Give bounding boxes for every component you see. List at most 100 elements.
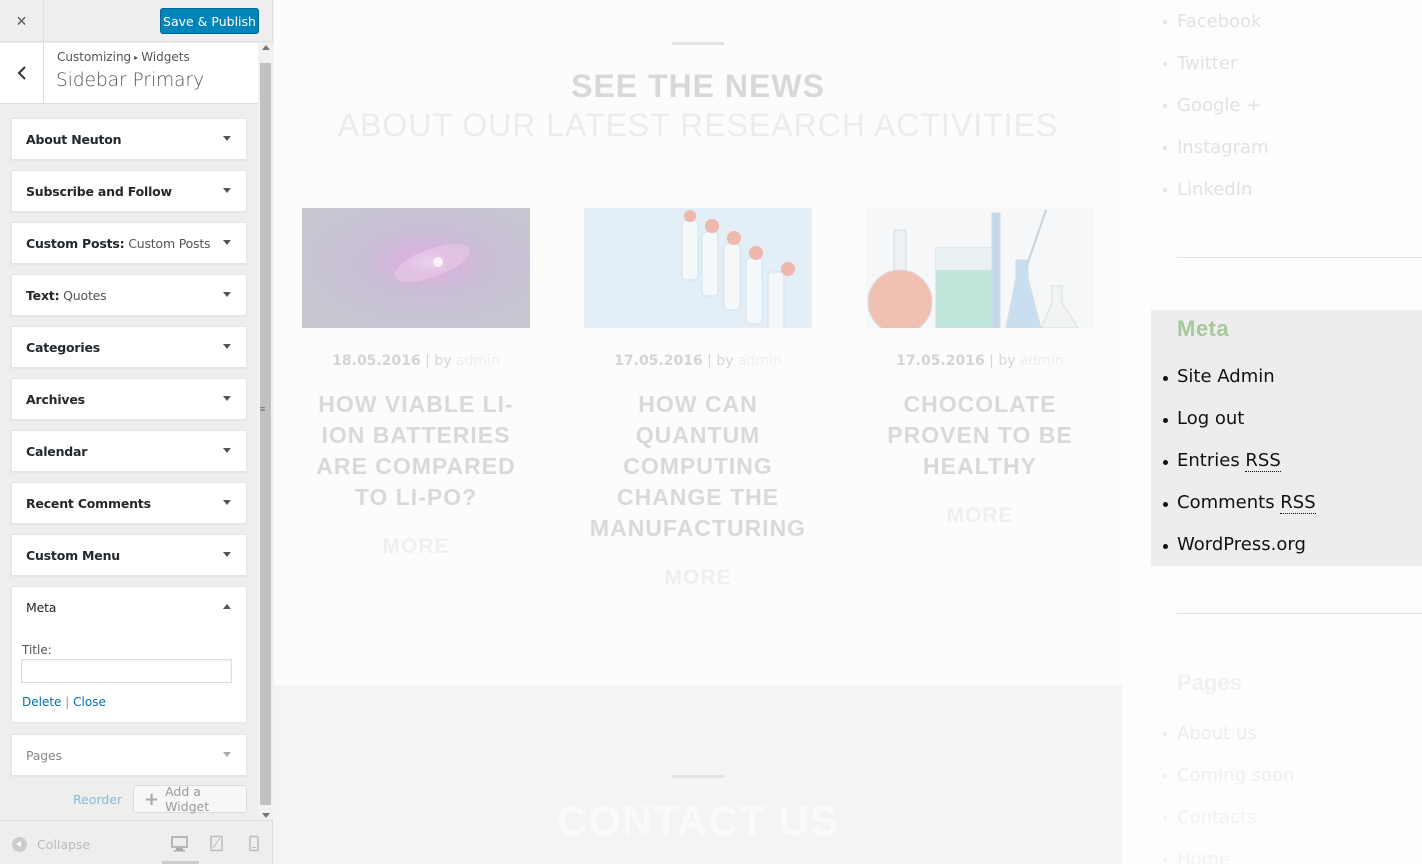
widget-title: Custom Posts: Custom Posts [26,236,211,251]
post-date: 18.05.2016 [332,353,421,369]
widget-text-quotes[interactable]: Text: Quotes [11,274,247,316]
log-out-link[interactable]: Log out [1177,408,1244,429]
title-field[interactable] [21,659,232,683]
page-link-about-us[interactable]: About us [1177,723,1257,744]
sidebar-divider [1177,257,1422,258]
expand-arrow-icon[interactable] [223,552,231,557]
desktop-preview-icon[interactable] [170,835,192,857]
flasks-image[interactable] [866,208,1094,328]
wordpress-org-link[interactable]: WordPress.org [1177,534,1306,555]
instagram-link[interactable]: Instagram [1177,137,1269,158]
widget-calendar[interactable]: Calendar [11,430,247,472]
post-title[interactable]: HOW CAN QUANTUM COMPUTING CHANGE THE MAN… [584,389,812,544]
save-publish-button[interactable]: Save & Publish [160,8,259,34]
title-field-label: Title: [22,643,52,657]
page-link-contacts[interactable]: Contacts [1177,807,1256,828]
page-link-coming-soon[interactable]: Coming soon [1177,765,1294,786]
twitter-link[interactable]: Twitter [1177,53,1237,74]
chevron-left-icon [17,66,26,80]
widget-custom-posts[interactable]: Custom Posts: Custom Posts [11,222,247,264]
post-title[interactable]: HOW VIABLE LI-ION BATTERIES ARE COMPARED… [302,389,530,513]
widget-pages[interactable]: Pages [11,734,247,776]
close-customizer-button[interactable]: × [0,0,44,42]
section-divider [672,775,724,778]
expand-arrow-icon[interactable] [223,344,231,349]
widget-subscribe-follow[interactable]: Subscribe and Follow [11,170,247,212]
post-meta: 17.05.2016 | by admin [866,353,1094,369]
expand-arrow-icon[interactable] [223,188,231,193]
scroll-up-arrow-icon[interactable] [262,45,270,50]
site-sidebar: Facebook Twitter Google + Instagram Link… [1151,0,1422,864]
expand-arrow-icon[interactable] [223,448,231,453]
close-icon: × [16,10,27,31]
more-link[interactable]: MORE [584,566,812,590]
add-widget-label: Add a Widget [165,784,210,814]
post-date: 17.05.2016 [614,353,703,369]
widget-archives[interactable]: Archives [11,378,247,420]
panel-scrollbar[interactable]: ≡ [258,43,273,820]
expand-arrow-icon[interactable] [223,396,231,401]
facebook-link[interactable]: Facebook [1177,11,1262,32]
widget-title: Calendar [26,444,88,459]
close-link[interactable]: Close [73,695,106,709]
galaxy-image[interactable] [302,208,530,328]
reorder-link[interactable]: Reorder [73,792,122,807]
google-plus-link[interactable]: Google + [1177,95,1261,116]
back-button[interactable] [0,43,44,103]
expand-arrow-icon[interactable] [223,292,231,297]
expand-arrow-icon[interactable] [223,752,231,757]
more-link[interactable]: MORE [302,535,530,559]
widget-categories[interactable]: Categories [11,326,247,368]
meta-widget-title: Meta [1177,316,1230,341]
widget-title: Archives [26,392,85,407]
post-author-link[interactable]: admin [1020,353,1064,369]
widget-title: Meta [26,600,57,615]
site-preview: SEE THE NEWS ABOUT OUR LATEST RESEARCH A… [274,0,1422,864]
more-link[interactable]: MORE [866,504,1094,528]
post-author-link[interactable]: admin [738,353,782,369]
sidebar-divider [1177,613,1422,614]
tablet-preview-icon[interactable] [208,835,230,857]
widget-title: Recent Comments [26,496,151,511]
add-widget-button[interactable]: + Add a Widget [133,784,247,814]
post-card: 18.05.2016 | by admin HOW VIABLE LI-ION … [302,208,530,559]
meta-widget-preview: Meta Site Admin Log out Entries RSS Comm… [1151,310,1422,566]
page-link-home[interactable]: Home [1177,849,1230,864]
post-card: 17.05.2016 | by admin HOW CAN QUANTUM CO… [584,208,812,590]
widget-title: Subscribe and Follow [26,184,172,199]
widget-recent-comments[interactable]: Recent Comments [11,482,247,524]
widget-about-neuton[interactable]: About Neuton [11,118,247,160]
widget-meta[interactable]: Meta [11,586,247,628]
widget-title: About Neuton [26,132,122,147]
post-date: 17.05.2016 [896,353,985,369]
delete-link[interactable]: Delete [22,695,61,709]
linkedin-link[interactable]: LinkedIn [1177,179,1252,200]
contact-heading: CONTACT US [556,797,840,844]
customizer-footer: Collapse [0,820,272,864]
widget-custom-menu[interactable]: Custom Menu [11,534,247,576]
vials-image[interactable] [584,208,812,328]
site-admin-link[interactable]: Site Admin [1177,366,1275,387]
meta-widget-form: Title: Delete | Close [11,627,247,723]
entries-rss-link[interactable]: Entries RSS [1177,450,1281,472]
collapse-arrow-icon[interactable] [223,604,231,609]
plus-icon: + [144,788,160,810]
actions-separator: | [65,695,70,709]
by-label: | by [989,353,1016,369]
widget-title: Custom Menu [26,548,120,563]
mobile-preview-icon[interactable] [247,835,269,857]
news-section: SEE THE NEWS ABOUT OUR LATEST RESEARCH A… [274,0,1122,685]
expand-arrow-icon[interactable] [223,240,231,245]
collapse-button[interactable]: Collapse [12,837,90,852]
customizer-panel: × Save & Publish Customizing ▸ Widgets Sid… [0,0,273,864]
expand-arrow-icon[interactable] [223,136,231,141]
expand-arrow-icon[interactable] [223,500,231,505]
breadcrumb-separator: ▸ [134,53,139,62]
widget-actions: Delete | Close [22,695,106,709]
scroll-down-arrow-icon[interactable] [262,813,270,818]
scroll-thumb[interactable] [260,63,271,805]
comments-rss-link[interactable]: Comments RSS [1177,492,1316,514]
post-author-link[interactable]: admin [456,353,500,369]
by-label: | by [707,353,734,369]
post-title[interactable]: CHOCOLATE PROVEN TO BE HEALTHY [866,389,1094,482]
